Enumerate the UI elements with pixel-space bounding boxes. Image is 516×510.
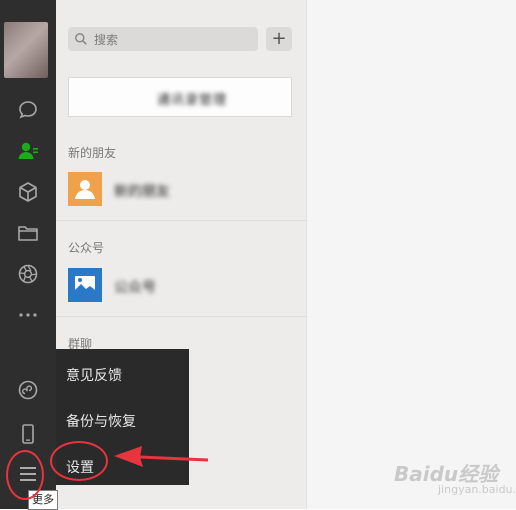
- menu-item-feedback[interactable]: 意见反馈: [66, 365, 122, 385]
- divider: [56, 316, 306, 317]
- annotation-circle-settings: [50, 441, 108, 481]
- list-item-label: 公众号: [114, 280, 156, 296]
- search-placeholder: 搜索: [94, 33, 119, 47]
- annotation-circle-menu: [6, 450, 44, 500]
- more-dots-icon[interactable]: [16, 303, 40, 327]
- section-header-new-friends: 新的朋友: [68, 146, 117, 160]
- official-account-icon: [68, 268, 102, 302]
- contacts-icon[interactable]: [16, 139, 40, 163]
- divider: [56, 220, 306, 221]
- search-icon: [75, 33, 87, 45]
- avatar[interactable]: [4, 22, 48, 78]
- menu-item-backup-restore[interactable]: 备份与恢复: [66, 411, 136, 431]
- chat-icon[interactable]: [16, 98, 40, 122]
- folder-icon[interactable]: [16, 221, 40, 245]
- sidebar-rail: [0, 0, 56, 509]
- section-header-official-accounts: 公众号: [68, 241, 105, 255]
- new-friends-icon: [68, 172, 102, 206]
- contact-manager-label: 通讯录管理: [157, 93, 228, 108]
- miniprogram-icon[interactable]: [16, 378, 40, 402]
- contact-manager-button[interactable]: 通讯录管理: [68, 77, 292, 117]
- phone-icon[interactable]: [16, 422, 40, 446]
- cube-icon[interactable]: [16, 180, 40, 204]
- watermark-logo: Baidu经验 jingyan.baidu.com: [394, 456, 516, 498]
- list-item-label: 新的朋友: [114, 184, 170, 200]
- aperture-icon[interactable]: [16, 262, 40, 286]
- watermark-subtext: jingyan.baidu.com: [438, 483, 516, 496]
- main-content-area: [306, 0, 516, 509]
- annotation-arrow-icon: [114, 446, 209, 467]
- add-button[interactable]: +: [266, 27, 292, 51]
- search-input[interactable]: 搜索: [68, 27, 258, 51]
